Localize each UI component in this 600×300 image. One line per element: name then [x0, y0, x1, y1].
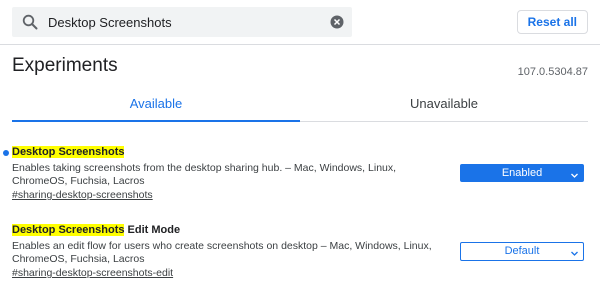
search-match-highlight: Desktop Screenshots — [12, 224, 125, 236]
tab-bar: Available Unavailable — [0, 88, 600, 122]
experiment-description: Enables taking screenshots from the desk… — [12, 162, 397, 187]
search-input[interactable] — [48, 10, 308, 34]
experiment-title: Desktop Screenshots Edit Mode — [12, 224, 180, 236]
chevron-down-icon — [570, 247, 579, 256]
experiment-title-rest: Edit Mode — [124, 224, 181, 236]
search-match-highlight: Desktop Screenshots — [12, 146, 125, 158]
experiment-link[interactable]: #sharing-desktop-screenshots — [12, 189, 153, 201]
select-value: Default — [504, 245, 540, 257]
page-title: Experiments — [12, 55, 118, 76]
experiment-description: Enables an edit flow for users who creat… — [12, 240, 432, 265]
experiment-title: Desktop Screenshots — [12, 146, 125, 158]
experiment-state-select[interactable]: Enabled — [460, 164, 584, 182]
modified-indicator-dot — [3, 150, 9, 156]
tab-available[interactable]: Available — [12, 88, 300, 122]
chevron-down-icon — [570, 169, 579, 178]
reset-all-button[interactable]: Reset all — [516, 10, 588, 34]
experiment-link[interactable]: #sharing-desktop-screenshots-edit — [12, 267, 173, 279]
version-label: 107.0.5304.87 — [517, 66, 588, 78]
tab-unavailable[interactable]: Unavailable — [300, 88, 588, 122]
search-icon — [22, 14, 38, 30]
experiment-state-select[interactable]: Default — [460, 242, 584, 261]
select-value: Enabled — [501, 167, 543, 179]
header: Reset all — [0, 0, 600, 45]
clear-search-icon[interactable] — [330, 15, 344, 29]
search-box[interactable] — [12, 7, 352, 37]
